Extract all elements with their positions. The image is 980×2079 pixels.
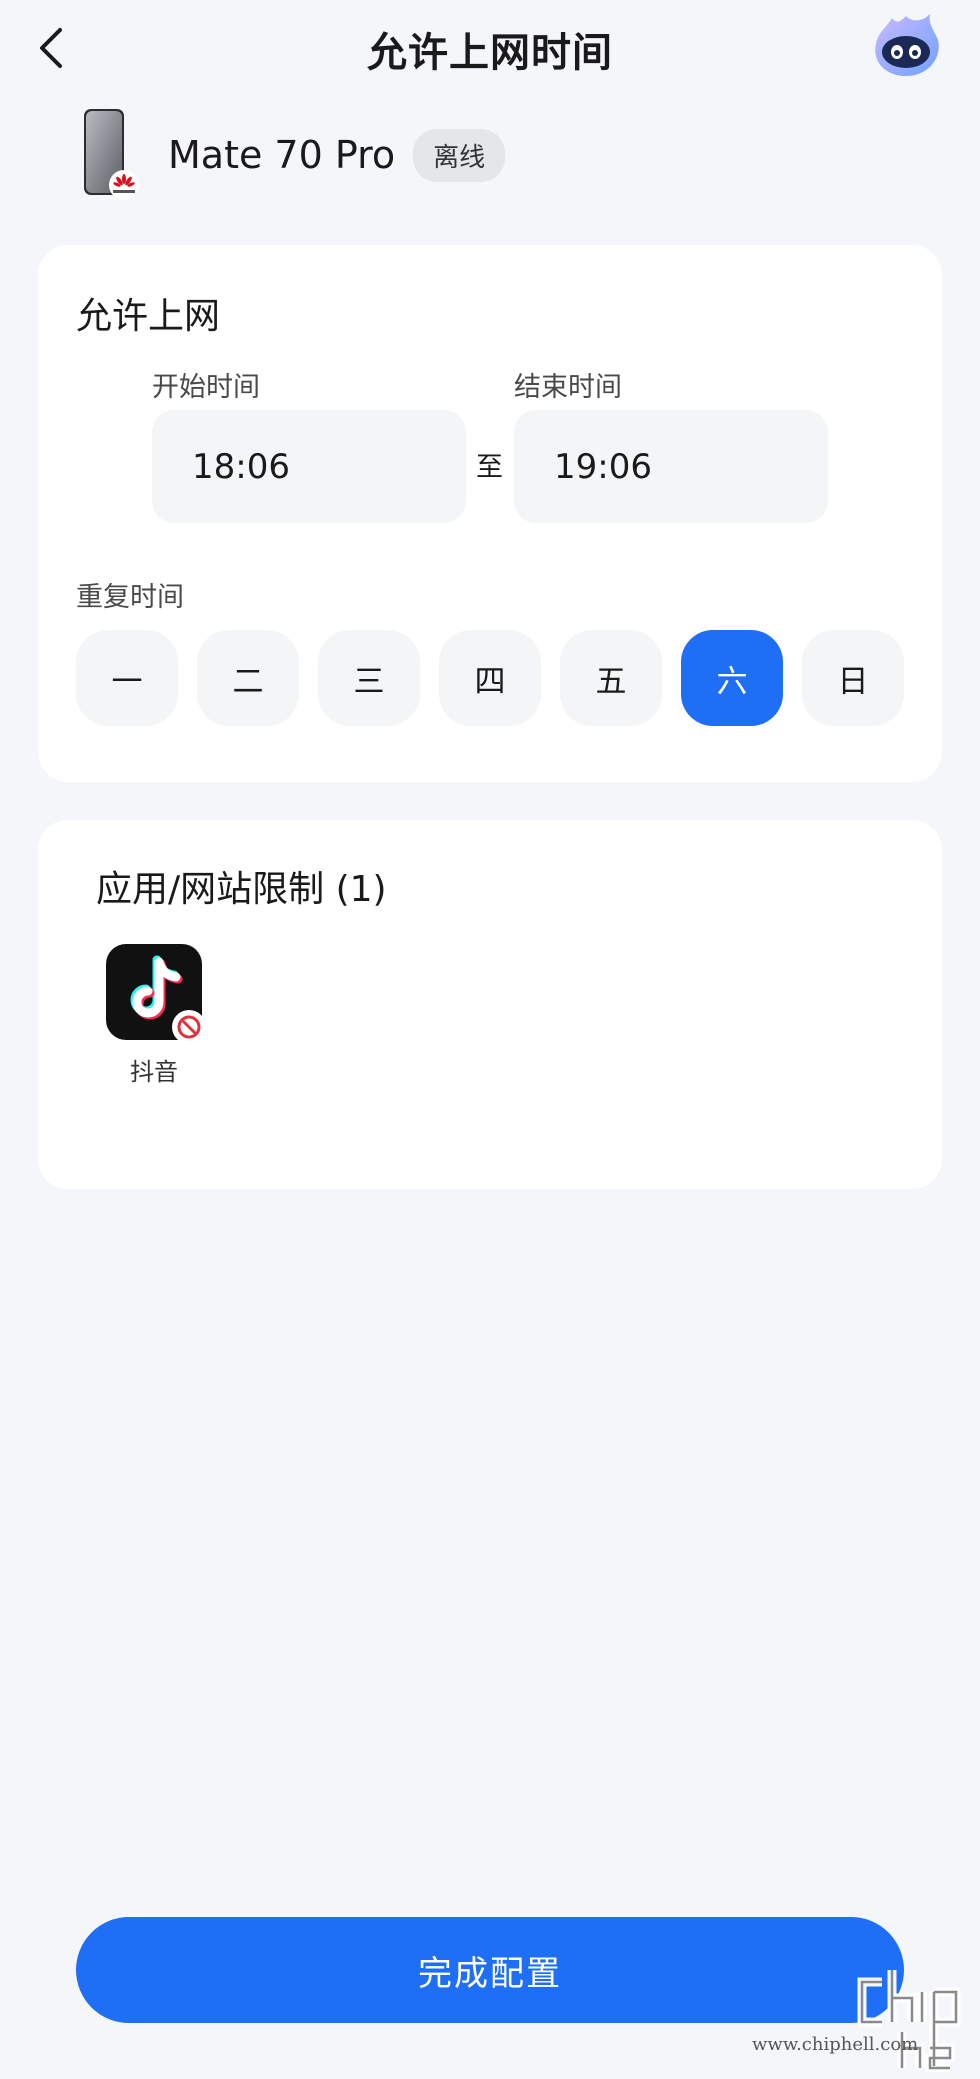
day-button-sat[interactable]: 六 <box>681 630 783 726</box>
blocked-icon <box>172 1010 206 1044</box>
day-label: 五 <box>595 663 627 700</box>
day-button-tue[interactable]: 二 <box>197 630 299 726</box>
day-button-wed[interactable]: 三 <box>318 630 420 726</box>
start-time-field[interactable]: 18:06 <box>152 410 466 523</box>
device-name: Mate 70 Pro <box>168 133 396 177</box>
app-item[interactable]: 抖音 <box>104 944 206 1087</box>
app-name: 抖音 <box>130 1058 178 1086</box>
day-label: 四 <box>474 663 506 700</box>
day-button-sun[interactable]: 日 <box>802 630 904 726</box>
to-label: 至 <box>476 452 503 483</box>
day-label: 三 <box>353 663 385 700</box>
assistant-mascot-icon[interactable] <box>868 10 944 86</box>
status-badge: 离线 <box>413 128 506 182</box>
end-time-value: 19:06 <box>554 446 652 487</box>
day-label: 一 <box>111 663 143 700</box>
day-button-thu[interactable]: 四 <box>439 630 541 726</box>
day-label: 二 <box>232 663 264 700</box>
end-time-label: 结束时间 <box>514 372 622 403</box>
end-time-field[interactable]: 19:06 <box>514 410 828 523</box>
schedule-section-title: 允许上网 <box>76 296 221 337</box>
app-restriction-card: 应用/网站限制 (1) 抖音 <box>38 820 942 1189</box>
header: 允许上网时间 <box>0 0 980 100</box>
day-button-mon[interactable]: 一 <box>76 630 178 726</box>
schedule-card: 允许上网 开始时间 18:06 至 结束时间 19:06 重复时间 一 二 三 … <box>38 245 942 782</box>
phone-device-icon <box>80 107 142 203</box>
start-time-value: 18:06 <box>192 446 290 487</box>
watermark-url: www.chiphell.com <box>752 2034 919 2055</box>
day-label: 日 <box>837 663 869 700</box>
day-label: 六 <box>716 663 748 700</box>
day-button-fri[interactable]: 五 <box>560 630 662 726</box>
repeat-label: 重复时间 <box>76 582 184 613</box>
app-restriction-title: 应用/网站限制 (1) <box>96 869 387 910</box>
repeat-day-selector: 一 二 三 四 五 六 日 <box>76 630 904 726</box>
start-time-label: 开始时间 <box>152 372 260 403</box>
douyin-icon <box>106 944 206 1044</box>
chiphell-watermark-logo <box>752 1962 972 2073</box>
page-title: 允许上网时间 <box>367 30 613 76</box>
device-info: Mate 70 Pro 离线 <box>80 105 506 205</box>
